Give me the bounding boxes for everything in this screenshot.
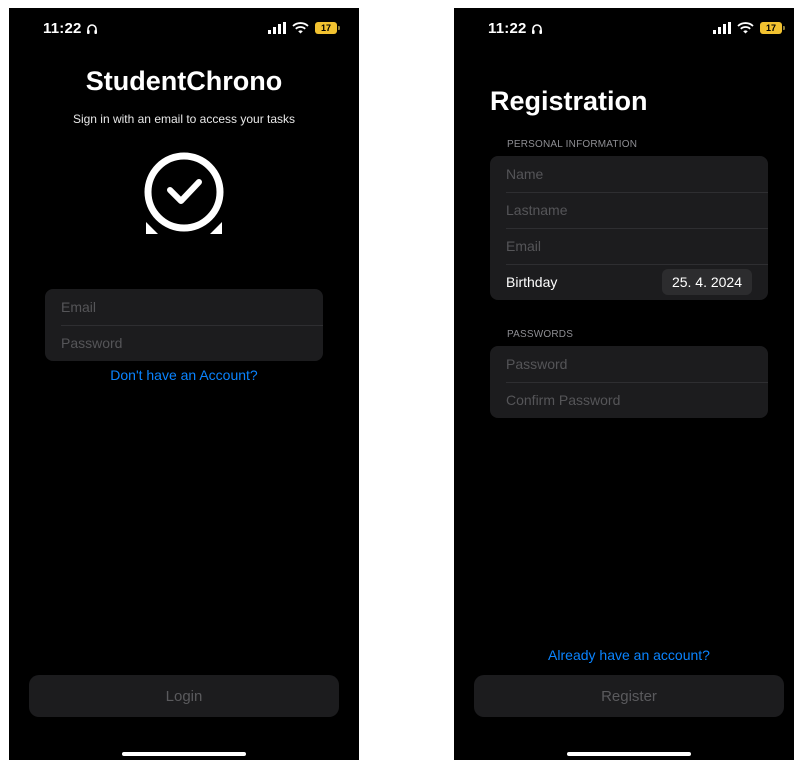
status-indicators: 17 <box>713 22 785 34</box>
battery-level: 17 <box>320 23 331 33</box>
home-indicator[interactable] <box>122 752 246 756</box>
confirm-password-placeholder: Confirm Password <box>506 392 621 408</box>
battery-icon: 17 <box>760 22 785 34</box>
status-bar: 11:22 17 <box>9 20 359 44</box>
headphones-icon <box>532 24 542 34</box>
headphones-icon <box>87 24 97 34</box>
name-placeholder: Name <box>506 166 544 182</box>
signal-icon <box>268 22 286 34</box>
battery-level: 17 <box>765 23 776 33</box>
status-time: 11:22 <box>488 20 527 37</box>
personal-info-header: PERSONAL INFORMATION <box>507 139 638 150</box>
registration-screen: 11:22 17 Registration PERSONAL INFORMATI… <box>454 8 794 760</box>
password-field[interactable]: Password <box>490 346 768 382</box>
status-bar: 11:22 17 <box>454 20 794 44</box>
signal-icon <box>713 22 731 34</box>
email-field[interactable]: Email <box>490 228 768 264</box>
lastname-field[interactable]: Lastname <box>490 192 768 228</box>
passwords-form: Password Confirm Password <box>490 346 768 418</box>
email-placeholder: Email <box>506 238 542 254</box>
password-placeholder: Password <box>506 356 568 372</box>
wifi-icon <box>737 22 754 34</box>
battery-icon: 17 <box>315 22 340 34</box>
lastname-placeholder: Lastname <box>506 202 568 218</box>
email-field[interactable]: Email <box>45 289 323 325</box>
status-indicators: 17 <box>268 22 340 34</box>
passwords-header: PASSWORDS <box>507 329 574 340</box>
clock-check-icon <box>144 152 224 234</box>
status-time: 11:22 <box>43 20 82 37</box>
login-screen: 11:22 17 StudentChrono Sign in with an e… <box>9 8 359 760</box>
app-title: StudentChrono <box>85 66 283 96</box>
register-button[interactable]: Register <box>474 675 784 717</box>
email-placeholder: Email <box>61 299 97 315</box>
signup-link[interactable]: Don't have an Account? <box>9 367 359 383</box>
personal-info-form: Name Lastname Email Birthday 25. 4. 2024 <box>490 156 768 300</box>
password-placeholder: Password <box>61 335 123 351</box>
login-form: Email Password <box>45 289 323 361</box>
birthday-row: Birthday 25. 4. 2024 <box>490 264 768 300</box>
name-field[interactable]: Name <box>490 156 768 192</box>
page-title: Registration <box>490 86 648 116</box>
app-subtitle: Sign in with an email to access your tas… <box>72 112 296 126</box>
password-field[interactable]: Password <box>45 325 323 361</box>
login-button[interactable]: Login <box>29 675 339 717</box>
birthday-label: Birthday <box>506 274 558 290</box>
wifi-icon <box>292 22 309 34</box>
home-indicator[interactable] <box>567 752 691 756</box>
confirm-password-field[interactable]: Confirm Password <box>490 382 768 418</box>
birthday-date-picker[interactable]: 25. 4. 2024 <box>661 269 752 295</box>
login-link[interactable]: Already have an account? <box>454 647 794 663</box>
